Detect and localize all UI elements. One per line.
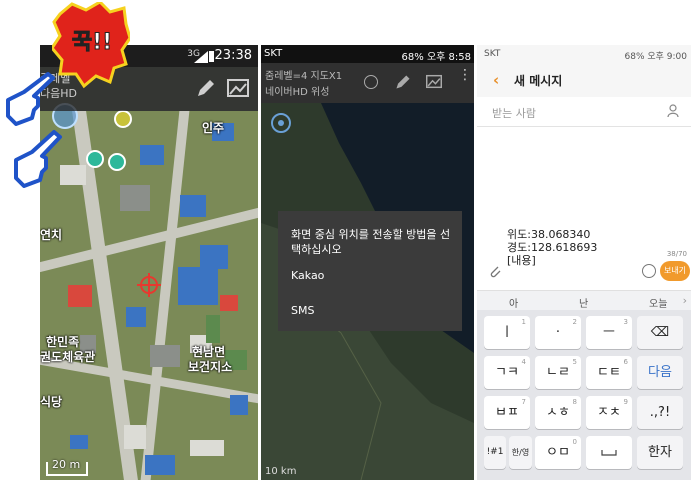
map-label: 보건지소 (188, 360, 233, 374)
map-label: 현남면 (192, 345, 226, 359)
building (190, 440, 224, 456)
key[interactable]: ㅂㅍ 7 (484, 396, 530, 429)
symbol-key[interactable]: !#1 (484, 436, 506, 469)
share-dialog-screen: 10 km SKT 68% 오후 8:58 줌레벨=4 지도X1 네이버HD 위… (261, 45, 474, 480)
battery-icon (209, 51, 214, 62)
backspace-key[interactable]: ⌫ (637, 316, 683, 349)
recipient-placeholder: 받는 사람 (492, 107, 536, 120)
pointing-hand-icon (6, 72, 55, 126)
compose-header: ‹ 새 메시지 (477, 63, 691, 97)
poi-marker-icon[interactable] (114, 110, 132, 128)
punctuation-key[interactable]: .,?! (637, 396, 683, 429)
suggestion-item[interactable]: 오늘 (649, 295, 667, 310)
map-layer-label: 네이버HD 위성 (265, 87, 330, 98)
zoom-level-label: 줌레벨=4 지도X1 (265, 71, 343, 82)
key[interactable]: ㄴㄹ 5 (535, 356, 581, 389)
carrier-label: SKT (484, 49, 501, 59)
map-scale-label: 20 m (52, 458, 81, 471)
building (178, 267, 218, 305)
building (70, 435, 88, 449)
building (180, 195, 206, 217)
building (68, 285, 92, 307)
key[interactable]: · 2 (535, 316, 581, 349)
message-line: 경도:128.618693 (507, 241, 598, 254)
map-label: 한민족 (46, 335, 80, 349)
dialog-title: 화면 중심 위치를 전송할 방법을 선택하십시오 (291, 228, 451, 256)
map-label: 인주 (202, 121, 225, 135)
bus-stop-icon[interactable] (108, 153, 126, 171)
hanja-key[interactable]: 한자 (637, 436, 683, 469)
map-label: 식당 (40, 395, 63, 409)
map-scale-label: 10 km (265, 466, 297, 477)
korean-keyboard: ㅣ1 · 2 ㅡ3 ⌫ ㄱㅋ 4 ㄴㄹ 5 ㄷㅌ 6 다음 ㅂㅍ 7 ㅅㅎ 8 ㅈㅊ 9 .,… (477, 310, 691, 480)
key[interactable]: ㅈㅊ 9 (586, 396, 632, 429)
building (220, 295, 238, 311)
status-bar: SKT 68% 오후 8:58 (261, 45, 474, 63)
pointing-hand-icon (14, 130, 62, 188)
building (145, 455, 175, 475)
contact-icon[interactable] (667, 104, 679, 118)
press-badge-text: 꾹!! (71, 30, 113, 56)
building (140, 145, 164, 165)
language-key[interactable]: 한/영 (509, 436, 532, 469)
page-title: 새 메시지 (514, 74, 563, 88)
chevron-right-icon[interactable]: › (683, 294, 687, 307)
send-button[interactable]: 보내기 (660, 261, 690, 281)
key[interactable]: ㅅㅎ 8 (535, 396, 581, 429)
map-layers-icon[interactable] (426, 74, 442, 89)
share-option-kakao[interactable]: Kakao (291, 269, 324, 282)
building (150, 345, 180, 367)
message-line: [내용] (507, 254, 536, 267)
gps-location-icon[interactable] (270, 112, 292, 134)
status-time: 23:38 (214, 48, 252, 63)
status-time: 68% 오후 8:58 (401, 52, 471, 63)
map-label: 연치 (40, 228, 63, 242)
key[interactable]: ㄷㅌ 6 (586, 356, 632, 389)
map-scale-bar: 20 m (46, 458, 88, 476)
suggestion-item[interactable]: 아 (509, 295, 518, 310)
message-line: 위도:38.068340 (507, 228, 591, 241)
recipient-field[interactable]: 받는 사람 (477, 97, 691, 127)
suggestion-bar: 아 난 오늘 › (477, 290, 691, 310)
message-input[interactable]: 위도:38.068340 경도:128.618693 [내용] (507, 228, 597, 267)
key[interactable]: ㅇㅁ 0 (535, 436, 581, 469)
more-options-icon[interactable]: ⋮ (458, 68, 472, 82)
center-crosshair-icon (137, 273, 161, 297)
share-method-dialog: 화면 중심 위치를 전송할 방법을 선택하십시오 Kakao SMS (278, 211, 462, 331)
key[interactable]: ㅡ3 (586, 316, 632, 349)
building (206, 315, 220, 343)
emoji-icon[interactable] (642, 264, 656, 278)
building (126, 307, 146, 327)
bus-stop-icon[interactable] (86, 150, 104, 168)
building (124, 425, 146, 449)
building (230, 395, 248, 415)
pencil-icon[interactable] (394, 73, 412, 91)
char-counter: 38/70 (666, 250, 687, 258)
carrier-label: SKT (264, 48, 283, 59)
key[interactable]: ㄱㅋ 4 (484, 356, 530, 389)
back-arrow-icon[interactable]: ‹ (493, 71, 499, 89)
status-time: 68% 오후 9:00 (624, 52, 688, 62)
space-icon (601, 450, 617, 456)
attach-icon[interactable] (489, 264, 501, 278)
map-label: 권도체육관 (40, 350, 96, 364)
building (200, 245, 228, 269)
sms-compose-screen: SKT 68% 오후 9:00 ‹ 새 메시지 받는 사람 위도:38.0683… (477, 45, 691, 480)
share-option-sms[interactable]: SMS (291, 304, 314, 317)
map-layers-icon[interactable] (227, 79, 249, 97)
space-key[interactable] (586, 436, 632, 469)
key[interactable]: ㅣ1 (484, 316, 530, 349)
next-key[interactable]: 다음 (637, 356, 683, 389)
map-toolbar: 줌레벨=4 지도X1 네이버HD 위성 ⋮ (261, 63, 474, 103)
suggestion-item[interactable]: 난 (579, 295, 588, 310)
chevron-down-icon[interactable] (364, 75, 378, 89)
building (120, 185, 150, 211)
pencil-icon[interactable] (195, 77, 217, 99)
status-bar: SKT 68% 오후 9:00 (477, 45, 691, 63)
signal-icon (194, 51, 208, 63)
satellite-map-screen: 인주 연치 한민족 권도체육관 현남면 보건지소 식당 20 m 3G 23:3… (40, 45, 258, 480)
